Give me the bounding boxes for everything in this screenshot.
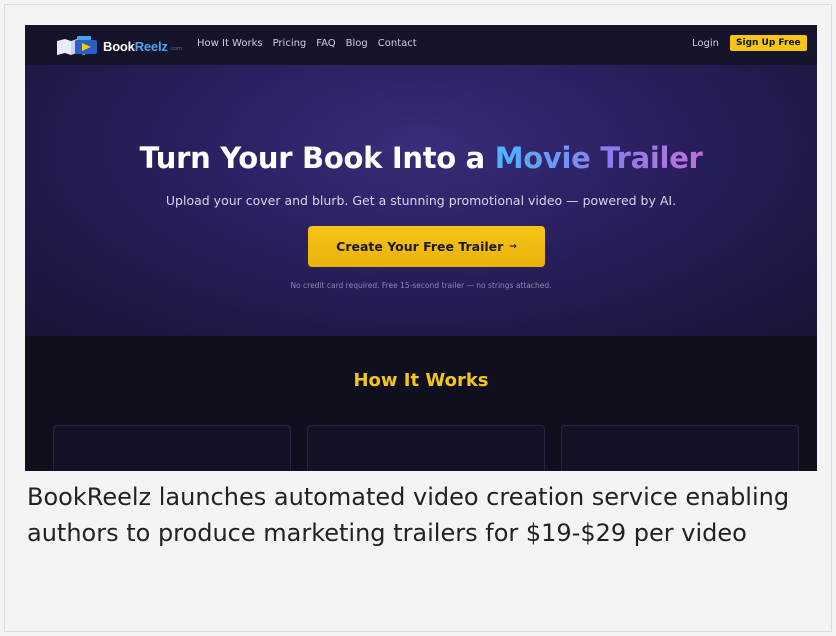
create-trailer-button[interactable]: Create Your Free Trailer → bbox=[308, 226, 545, 267]
brand-logo[interactable]: BookReelz .com bbox=[55, 35, 182, 57]
book-film-logo-icon bbox=[55, 35, 101, 57]
arrow-right-icon: → bbox=[509, 241, 517, 252]
how-it-works-title: How It Works bbox=[353, 370, 489, 391]
logo-tld: .com bbox=[169, 46, 182, 52]
create-trailer-label: Create Your Free Trailer bbox=[336, 239, 504, 254]
news-caption: BookReelz launches automated video creat… bbox=[27, 483, 790, 547]
nav-link-how-it-works[interactable]: How It Works bbox=[197, 38, 263, 49]
news-card: BookReelz .com How It Works Pricing FAQ … bbox=[4, 4, 832, 632]
step-card-1 bbox=[53, 425, 291, 471]
how-it-works-section: How It Works bbox=[25, 336, 817, 471]
hero-title-highlight: Movie Trailer bbox=[494, 141, 703, 175]
step-card-2 bbox=[307, 425, 545, 471]
hero-title-plain: Turn Your Book Into a bbox=[139, 141, 495, 175]
nav-link-contact[interactable]: Contact bbox=[378, 38, 417, 49]
hero-title: Turn Your Book Into a Movie Trailer bbox=[25, 141, 817, 175]
hero-section: Turn Your Book Into a Movie Trailer Uplo… bbox=[25, 65, 817, 336]
nav-link-blog[interactable]: Blog bbox=[346, 38, 368, 49]
nav-links: How It Works Pricing FAQ Blog Contact bbox=[197, 38, 417, 49]
nav-link-pricing[interactable]: Pricing bbox=[273, 38, 307, 49]
nav-link-faq[interactable]: FAQ bbox=[316, 38, 335, 49]
top-navbar: BookReelz .com How It Works Pricing FAQ … bbox=[25, 25, 817, 65]
signup-button[interactable]: Sign Up Free bbox=[730, 35, 807, 51]
login-link[interactable]: Login bbox=[692, 38, 719, 49]
website-screenshot: BookReelz .com How It Works Pricing FAQ … bbox=[25, 25, 817, 471]
step-card-3 bbox=[561, 425, 799, 471]
logo-wordmark: BookReelz bbox=[103, 38, 168, 54]
hero-subtitle: Upload your cover and blurb. Get a stunn… bbox=[165, 193, 677, 208]
fine-print: No credit card required. Free 15-second … bbox=[290, 281, 552, 290]
